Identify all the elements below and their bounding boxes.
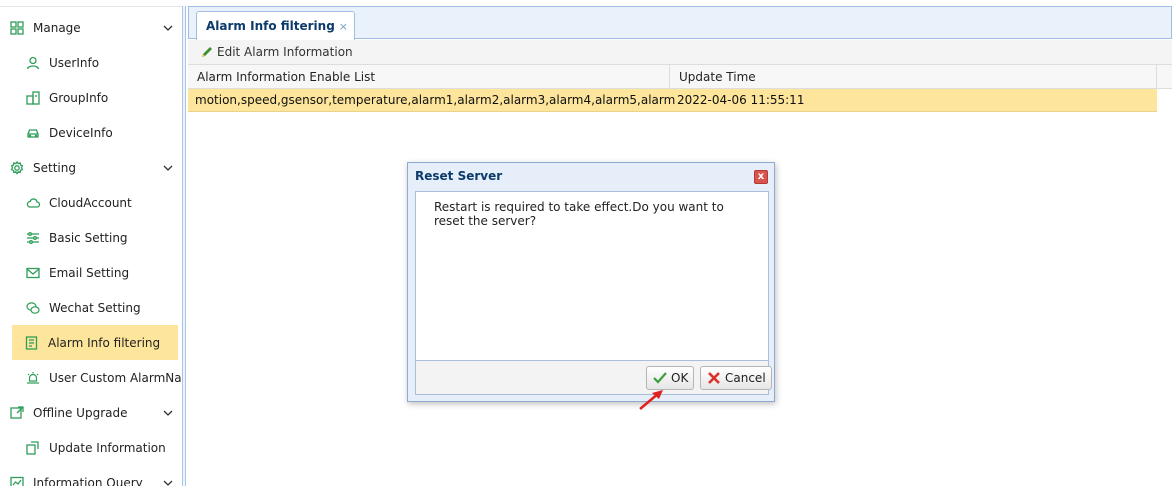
dialog-title: Reset Server <box>415 169 503 183</box>
sidebar-group-label: Manage <box>33 20 81 35</box>
update-icon <box>26 440 40 455</box>
upgrade-icon <box>10 405 24 420</box>
cancel-button-label: Cancel <box>725 371 766 385</box>
sidebar-top-divider <box>0 6 186 7</box>
sidebar-group-label: Information Query <box>33 475 143 486</box>
sidebar-splitter[interactable] <box>182 6 186 486</box>
sidebar-item-user-custom-alarmname[interactable]: User Custom AlarmName <box>0 360 186 395</box>
pencil-icon <box>202 47 212 57</box>
sidebar-group-setting[interactable]: Setting <box>0 150 182 185</box>
sidebar-group-label: Setting <box>33 160 76 175</box>
column-header-enable-list[interactable]: Alarm Information Enable List <box>188 65 670 89</box>
close-icon[interactable]: x <box>754 170 768 184</box>
alarm-icon <box>26 371 40 385</box>
sidebar-group-offline-upgrade[interactable]: Offline Upgrade <box>0 395 182 430</box>
sidebar-item-label: Wechat Setting <box>49 300 141 315</box>
tab-alarm-info-filtering[interactable]: Alarm Info filtering × <box>196 11 356 41</box>
chevron-down-icon <box>163 25 173 31</box>
tab-close-icon[interactable]: × <box>339 20 348 33</box>
sidebar-group-label: Offline Upgrade <box>33 405 128 420</box>
sidebar-group-manage[interactable]: Manage <box>0 10 182 45</box>
column-header-update-time[interactable]: Update Time <box>670 65 1157 89</box>
sidebar-item-label: User Custom AlarmName <box>49 370 186 385</box>
tab-bar: Alarm Info filtering × <box>188 6 1172 41</box>
cloud-icon <box>26 196 40 210</box>
sidebar-item-update-information[interactable]: Update Information <box>0 430 182 465</box>
check-icon <box>653 372 667 384</box>
sidebar-item-label: DeviceInfo <box>49 125 113 140</box>
grid-header: Alarm Information Enable List Update Tim… <box>188 65 1172 89</box>
mail-icon <box>26 266 40 280</box>
sidebar-item-userinfo[interactable]: UserInfo <box>0 45 182 80</box>
filter-list-icon <box>25 335 39 350</box>
tab-label: Alarm Info filtering <box>206 19 335 33</box>
sidebar-item-email-setting[interactable]: Email Setting <box>0 255 182 290</box>
chevron-down-icon <box>163 480 173 486</box>
wechat-icon <box>26 301 40 315</box>
dialog-message: Restart is required to take effect.Do yo… <box>434 200 724 228</box>
sidebar-item-label: UserInfo <box>49 55 100 70</box>
grid-icon <box>10 20 24 35</box>
chevron-down-icon <box>163 165 173 171</box>
toolbar: Edit Alarm Information <box>188 40 1172 65</box>
sliders-icon <box>26 231 40 245</box>
chart-window-icon <box>10 476 24 486</box>
table-row[interactable]: motion,speed,gsensor,temperature,alarm1,… <box>188 89 1157 112</box>
dialog-titlebar[interactable]: Reset Server <box>408 163 774 189</box>
cancel-x-icon <box>708 372 720 384</box>
ok-button-label: OK <box>671 371 689 385</box>
sidebar-item-deviceinfo[interactable]: DeviceInfo <box>0 115 182 150</box>
sidebar-item-label: GroupInfo <box>49 90 109 105</box>
chevron-down-icon <box>163 410 173 416</box>
cell-update-time: 2022-04-06 11:55:11 <box>677 93 805 107</box>
group-icon <box>26 90 40 105</box>
annotation-arrow-icon <box>639 390 663 410</box>
sidebar-item-cloudaccount[interactable]: CloudAccount <box>0 185 182 220</box>
sidebar-item-label: Update Information <box>49 440 166 455</box>
sidebar-item-wechat-setting[interactable]: Wechat Setting <box>0 290 182 325</box>
sidebar: Manage UserInfo GroupInfo DeviceInfo Set… <box>0 0 186 486</box>
sidebar-item-basic-setting[interactable]: Basic Setting <box>0 220 182 255</box>
sidebar-item-label: Email Setting <box>49 265 130 280</box>
cancel-button[interactable]: Cancel <box>700 366 772 390</box>
dialog-body: Restart is required to take effect.Do yo… <box>415 191 769 361</box>
sidebar-item-alarm-info-filtering[interactable]: Alarm Info filtering <box>12 325 178 360</box>
user-icon <box>26 56 40 70</box>
ok-button[interactable]: OK <box>646 366 695 390</box>
edit-alarm-information-button[interactable]: Edit Alarm Information <box>217 45 353 59</box>
gear-icon <box>10 160 24 175</box>
reset-server-dialog: Reset Server x Restart is required to ta… <box>407 162 775 402</box>
sidebar-item-label: CloudAccount <box>49 195 132 210</box>
sidebar-item-label: Alarm Info filtering <box>48 335 161 350</box>
sidebar-item-label: Basic Setting <box>49 230 128 245</box>
cell-enable-list: motion,speed,gsensor,temperature,alarm1,… <box>195 93 675 107</box>
dialog-footer: OK Cancel <box>415 361 772 395</box>
sidebar-group-information-query[interactable]: Information Query <box>0 465 182 486</box>
sidebar-item-groupinfo[interactable]: GroupInfo <box>0 80 182 115</box>
car-icon <box>26 126 40 140</box>
